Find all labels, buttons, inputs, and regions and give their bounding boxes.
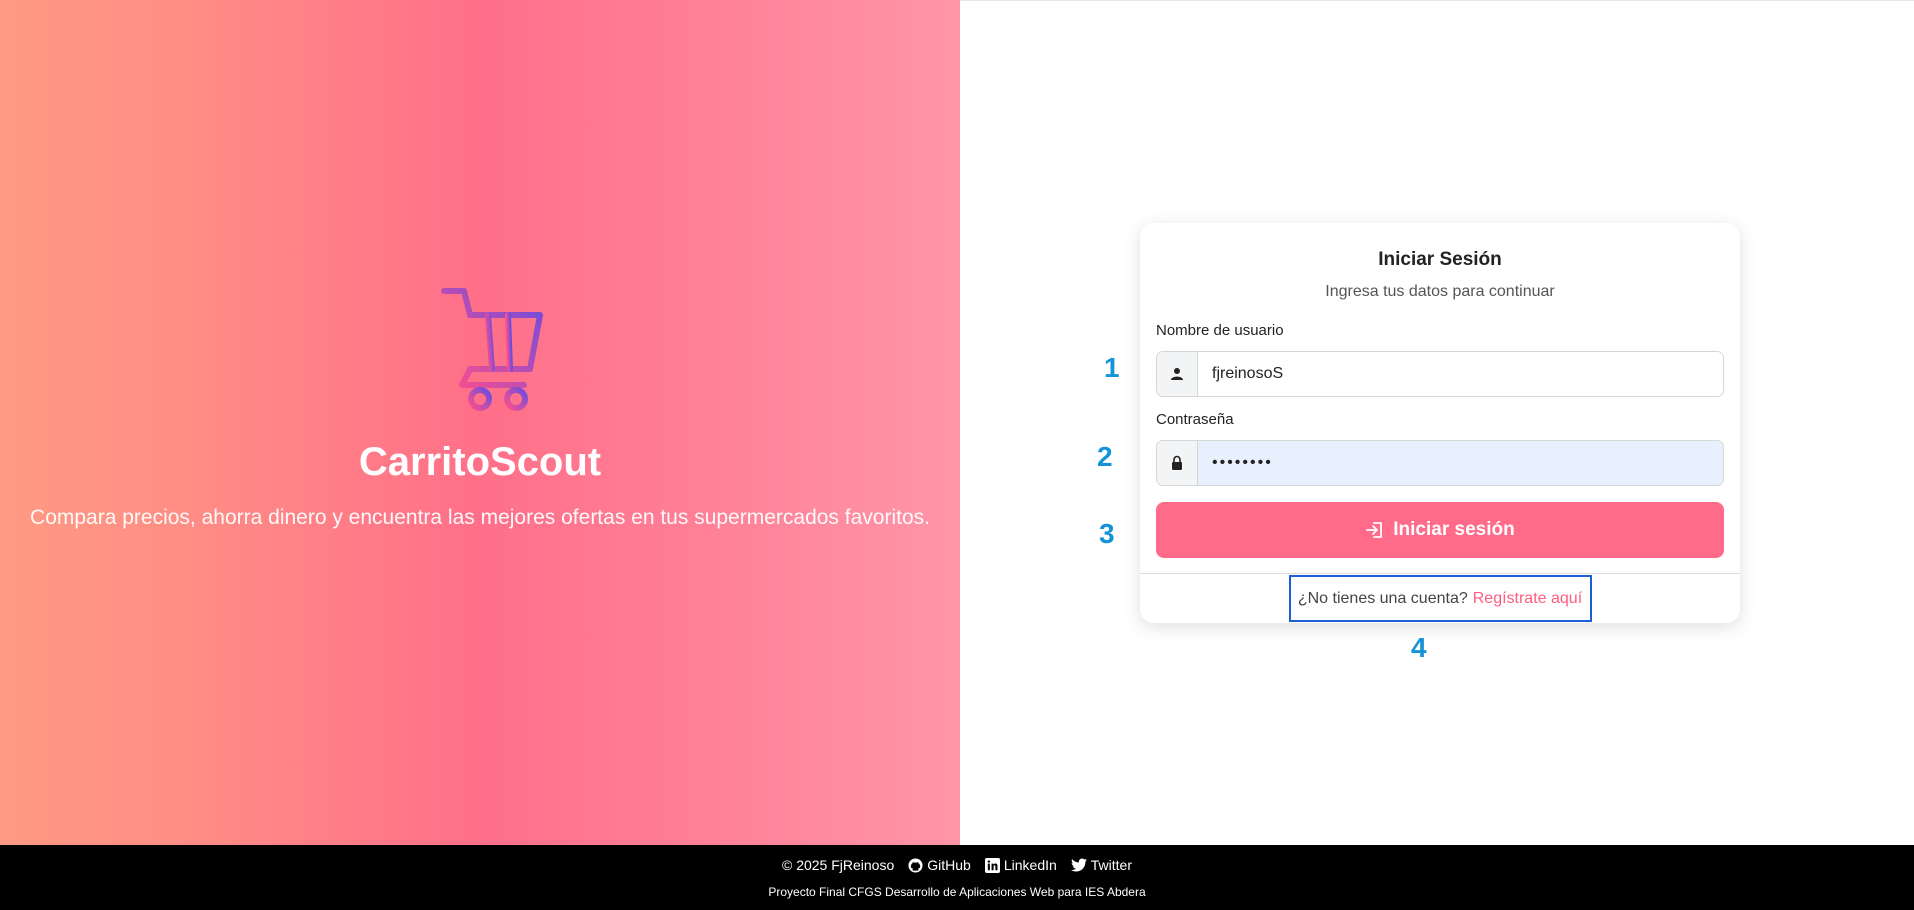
password-field bbox=[1156, 440, 1724, 486]
github-icon bbox=[908, 857, 923, 873]
annotation-marker: 1 bbox=[1104, 352, 1120, 383]
register-link[interactable]: Regístrate aquí bbox=[1473, 590, 1582, 608]
github-label: GitHub bbox=[927, 857, 971, 873]
linkedin-label: LinkedIn bbox=[1003, 857, 1057, 873]
project-credit: Proyecto Final CFGS Desarrollo de Aplica… bbox=[768, 885, 1146, 899]
sign-in-icon bbox=[1366, 522, 1383, 538]
no-account-text: ¿No tienes una cuenta? bbox=[1297, 589, 1468, 607]
twitter-link[interactable]: Twitter bbox=[1070, 857, 1133, 873]
linkedin-icon bbox=[984, 857, 1000, 873]
twitter-icon bbox=[1070, 858, 1087, 872]
github-link[interactable]: GitHub bbox=[908, 857, 971, 873]
login-button-label: Iniciar sesión bbox=[1393, 519, 1515, 540]
copyright-text: © 2025 FjReinoso bbox=[781, 857, 895, 873]
lock-icon bbox=[1157, 441, 1198, 485]
login-title: Iniciar Sesión bbox=[1378, 249, 1502, 270]
register-prompt: ¿No tienes una cuenta? Regístrate aquí bbox=[1288, 575, 1592, 622]
username-input[interactable] bbox=[1198, 352, 1723, 396]
password-input[interactable] bbox=[1198, 441, 1723, 485]
annotation-marker: 3 bbox=[1099, 518, 1115, 549]
annotation-marker: 2 bbox=[1097, 441, 1113, 472]
twitter-label: Twitter bbox=[1090, 857, 1133, 873]
hero-panel: CarritoScout Compara precios, ahorra din… bbox=[0, 0, 960, 845]
annotation-marker: 4 bbox=[1411, 632, 1427, 663]
card-footer: ¿No tienes una cuenta? Regístrate aquí bbox=[1140, 573, 1740, 623]
login-button[interactable]: Iniciar sesión bbox=[1156, 502, 1724, 558]
shopping-cart-icon bbox=[412, 288, 543, 411]
login-subtitle: Ingresa tus datos para continuar bbox=[1325, 283, 1555, 300]
login-card: Iniciar Sesión Ingresa tus datos para co… bbox=[1140, 223, 1740, 623]
page-footer: © 2025 FjReinoso GitHub LinkedIn Twitter… bbox=[0, 845, 1914, 910]
password-label: Contraseña bbox=[1156, 411, 1234, 428]
linkedin-link[interactable]: LinkedIn bbox=[984, 857, 1057, 873]
brand-name: CarritoScout bbox=[358, 440, 602, 484]
username-label: Nombre de usuario bbox=[1156, 322, 1284, 339]
user-icon bbox=[1157, 352, 1198, 396]
brand-tagline: Compara precios, ahorra dinero y encuent… bbox=[30, 506, 930, 529]
username-field bbox=[1156, 351, 1724, 397]
